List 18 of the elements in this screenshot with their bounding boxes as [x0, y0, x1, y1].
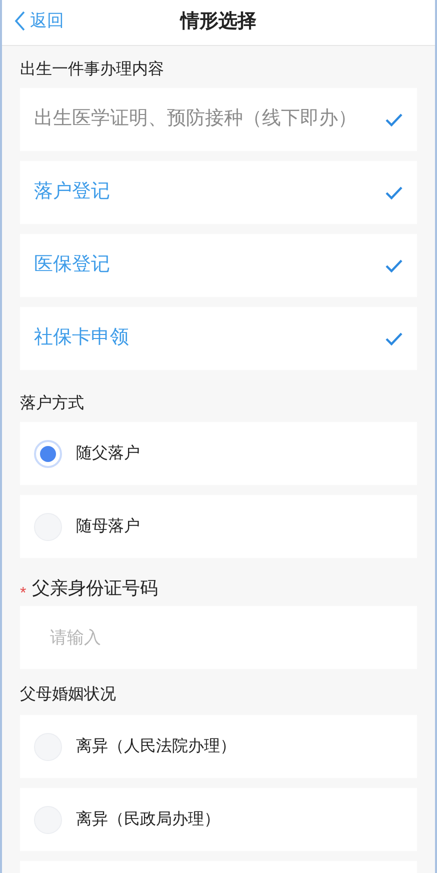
page-title: 情形选择	[180, 10, 256, 34]
field-label: 父亲身份证号码	[32, 577, 158, 600]
service-option: 出生医学证明、预防接种（线下即办）	[20, 88, 417, 151]
radio-option[interactable]: 离异（人民法院办理）	[20, 715, 417, 778]
check-icon	[385, 332, 403, 346]
required-mark: *	[20, 586, 26, 602]
back-chevron-icon	[14, 10, 26, 32]
section-label: 父母婚姻状况	[20, 685, 116, 705]
check-icon	[385, 186, 403, 200]
radio-option[interactable]: 随母落户	[20, 495, 417, 558]
check-icon	[385, 258, 403, 272]
radio-button[interactable]	[34, 440, 62, 468]
radio-option[interactable]: 离异（民政局办理）	[20, 788, 417, 851]
section-label: 落户方式	[20, 394, 84, 414]
section-label: 出生一件事办理内容	[20, 60, 164, 80]
radio-option[interactable]: 随父落户	[20, 422, 417, 485]
check-icon	[385, 112, 403, 126]
input-field[interactable]: 请输入	[20, 606, 417, 669]
